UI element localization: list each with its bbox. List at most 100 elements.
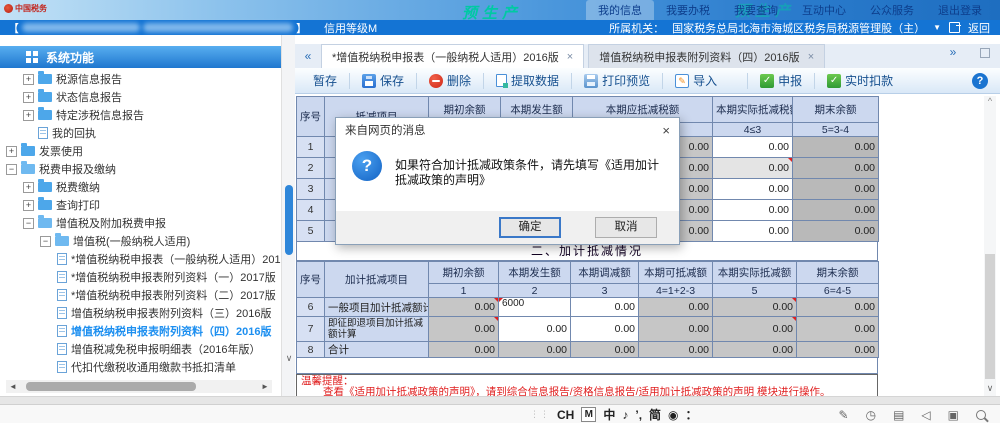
help-icon[interactable]: ?: [972, 73, 988, 89]
cell-reduced[interactable]: 0.00: [571, 317, 639, 342]
expander-icon[interactable]: −: [40, 236, 51, 247]
sidebar-item-vat-general-taxpayer[interactable]: 增值税(一般纳税人适用): [73, 233, 190, 249]
expander-icon[interactable]: +: [23, 200, 34, 211]
sidebar-item-vat-surcharge-declaration[interactable]: 增值税及附加税费申报: [56, 215, 166, 231]
ime-drag-handle[interactable]: ⋮⋮: [530, 409, 550, 420]
sidebar-item-tax-payment[interactable]: 税费缴纳: [56, 179, 100, 195]
webpage-message-dialog: 来自网页的消息 × ? 如果符合加计抵减政策条件，请先填写《适用加计抵减政策的声…: [335, 117, 680, 245]
delete-button[interactable]: 删除: [423, 71, 477, 91]
dialog-close-icon[interactable]: ×: [662, 123, 670, 138]
expander-icon[interactable]: +: [23, 182, 34, 193]
expander-icon[interactable]: +: [6, 146, 17, 157]
expander-icon[interactable]: +: [23, 74, 34, 85]
temp-save-button[interactable]: 暂存: [307, 71, 343, 91]
ime-skin-icon[interactable]: ◉: [668, 408, 678, 422]
cell-reduced[interactable]: 0.00: [571, 298, 639, 317]
cell-actual-flagged[interactable]: 0.00: [713, 158, 793, 179]
tab-vat-appendix-4[interactable]: 增值税纳税申报表附列资料（四）2016版 ×: [588, 44, 825, 68]
sidebar-item-vat-appendix-3[interactable]: 增值税纳税申报表附列资料（三）2016版: [71, 305, 271, 321]
scroll-down-arrow-icon[interactable]: ∨: [984, 383, 996, 394]
menu-query[interactable]: 我要查询: [722, 0, 790, 20]
sidebar-item-vat-appendix-1[interactable]: *增值税纳税申报表附列资料（一）2017版: [71, 269, 276, 285]
confirm-button[interactable]: 确定: [499, 217, 561, 238]
expander-icon[interactable]: +: [23, 92, 34, 103]
maximize-icon[interactable]: [980, 48, 990, 58]
trash-icon[interactable]: ▤: [893, 408, 904, 422]
import-button[interactable]: ✎导入: [669, 71, 723, 91]
sidebar-item-tax-declaration-payment[interactable]: 税费申报及缴纳: [39, 161, 116, 177]
scrollbar-thumb[interactable]: [26, 382, 196, 391]
ime-punct-indicator[interactable]: ’,: [635, 408, 642, 422]
realtime-payment-button[interactable]: ✓实时扣款: [821, 71, 899, 91]
extract-data-button[interactable]: 提取数据: [490, 71, 565, 91]
cancel-button[interactable]: 取消: [595, 217, 657, 238]
document-icon: [57, 325, 67, 337]
sidebar-header-system-functions[interactable]: 系统功能: [0, 46, 281, 68]
cell-available: 0.00: [639, 342, 713, 358]
tab-scroll-left-icon[interactable]: «: [295, 45, 321, 68]
menu-public-service[interactable]: 公众服务: [858, 0, 926, 20]
menu-interaction-center[interactable]: 互动中心: [790, 0, 858, 20]
sidebar-item-query-print[interactable]: 查询打印: [56, 197, 100, 213]
search-icon[interactable]: [976, 410, 986, 420]
window-icon[interactable]: ▣: [948, 408, 959, 422]
scrollbar-thumb[interactable]: [285, 185, 293, 255]
speaker-icon[interactable]: ◁: [921, 408, 930, 422]
sidebar-item-invoice-use[interactable]: 发票使用: [39, 143, 83, 159]
declare-button[interactable]: ✓申报: [754, 71, 808, 91]
expander-icon[interactable]: −: [6, 164, 17, 175]
cell-current[interactable]: 0.00: [499, 317, 571, 342]
cell-current-editing[interactable]: 6000: [499, 298, 571, 317]
cell-actual[interactable]: 0.00: [713, 179, 793, 200]
row-seq: 6: [297, 298, 325, 317]
menu-do-tax[interactable]: 我要办税: [654, 0, 722, 20]
scroll-down-arrow-icon[interactable]: ∨: [282, 353, 296, 364]
tab-close-icon[interactable]: ×: [567, 51, 573, 63]
org-dropdown-icon[interactable]: ▼: [933, 23, 941, 32]
row-item: 合计: [325, 342, 429, 358]
clock-icon[interactable]: ◷: [866, 408, 876, 422]
scroll-up-arrow-icon[interactable]: ^: [984, 96, 996, 106]
menu-my-info[interactable]: 我的信息: [586, 0, 654, 20]
sidebar-horizontal-scrollbar[interactable]: ◄ ►: [6, 380, 272, 393]
sidebar-item-tax-source-report[interactable]: 税源信息报告: [56, 71, 122, 87]
sidebar-item-status-report[interactable]: 状态信息报告: [56, 89, 122, 105]
table-row-refund: 7 即征即退项目加计抵减额计算 0.00 0.00 0.00 0.00 0.00…: [297, 317, 879, 342]
tab-vat-return-2016[interactable]: *增值税纳税申报表（一般纳税人适用）2016版 ×: [321, 44, 584, 68]
ime-chinese-indicator[interactable]: 中: [603, 406, 615, 423]
sidebar-item-specific-tax-report[interactable]: 特定涉税信息报告: [56, 107, 144, 123]
ime-lang-indicator[interactable]: CH: [557, 408, 574, 422]
sidebar-item-vat-reduction-detail[interactable]: 增值税减免税申报明细表（2016年版）: [71, 341, 260, 357]
tab-scroll-right-icon[interactable]: »: [940, 41, 966, 64]
expander-icon[interactable]: +: [23, 110, 34, 121]
cell-actual[interactable]: 0.00: [713, 200, 793, 221]
cell-actual[interactable]: 0.00: [713, 137, 793, 158]
expander-icon[interactable]: −: [23, 218, 34, 229]
cell-actual[interactable]: 0.00: [713, 221, 793, 242]
menu-logout[interactable]: 退出登录: [926, 0, 994, 20]
pen-icon[interactable]: ✎: [839, 408, 849, 422]
sidebar-item-vat-return-2016[interactable]: *增值税纳税申报表（一般纳税人适用）2016: [71, 251, 281, 267]
form-vertical-scrollbar[interactable]: ^ ∨: [984, 96, 996, 396]
ime-simplified-indicator[interactable]: 简: [649, 406, 661, 423]
scroll-right-arrow-icon[interactable]: ►: [258, 382, 272, 391]
tree-item: 增值税减免税申报明细表（2016年版）: [0, 340, 281, 358]
sidebar-item-my-receipt[interactable]: 我的回执: [52, 125, 96, 141]
sidebar-vertical-scrollbar[interactable]: ∨: [281, 35, 296, 396]
scroll-left-arrow-icon[interactable]: ◄: [6, 382, 20, 391]
print-preview-button[interactable]: 打印预览: [578, 71, 656, 91]
ime-bar[interactable]: ⋮⋮ CH M 中 ♪ ’, 简 ◉ ：: [530, 406, 698, 423]
back-button[interactable]: 返回: [968, 20, 990, 36]
ime-mode-icon[interactable]: M: [581, 407, 596, 422]
ime-sound-icon[interactable]: ♪: [622, 408, 628, 422]
sidebar-item-vat-appendix-2[interactable]: *增值税纳税申报表附列资料（二）2017版: [71, 287, 276, 303]
scrollbar-thumb[interactable]: [985, 254, 995, 379]
tab-close-icon[interactable]: ×: [808, 51, 814, 63]
sidebar-item-vat-appendix-4-active[interactable]: 增值税纳税申报表附列资料（四）2016版: [71, 323, 271, 339]
sidebar-item-withholding-deduction-list[interactable]: 代扣代缴税收通用缴款书抵扣清单: [71, 359, 236, 375]
save-button[interactable]: 保存: [356, 71, 410, 91]
tree-item: 代扣代缴税收通用缴款书抵扣清单: [0, 358, 281, 376]
tree-item: + 查询打印: [0, 196, 281, 214]
table-row-general: 6 一般项目加计抵减额计算 0.00 6000 0.00 0.00 0.00 0…: [297, 298, 879, 317]
taxpayer-bracket-open: 【: [8, 20, 19, 36]
